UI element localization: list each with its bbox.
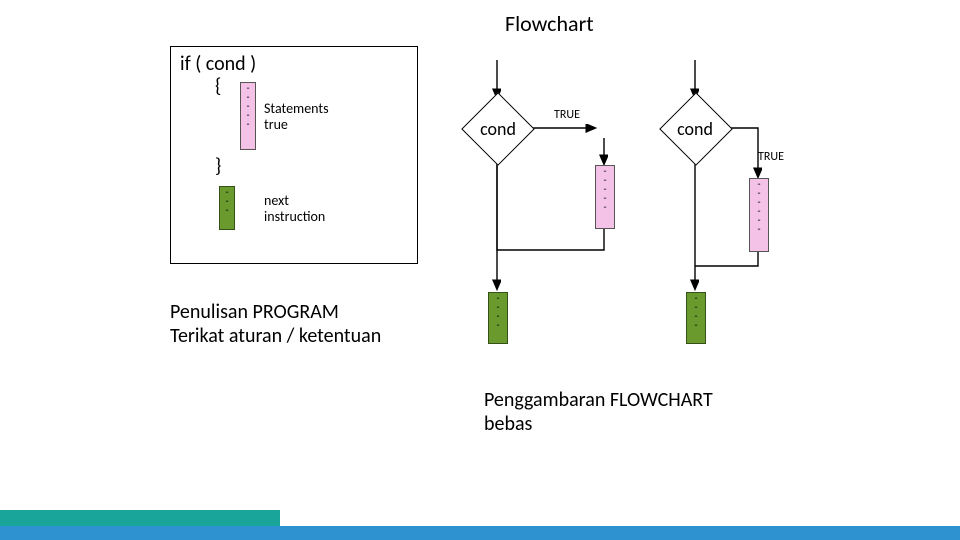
diamond-2-label: cond <box>674 118 716 140</box>
left-caption-1: Penulisan PROGRAM <box>170 300 339 324</box>
code-next-label1: next <box>264 192 289 209</box>
code-green-dashes: --- <box>219 186 235 230</box>
flow1-pink: ----- <box>595 165 615 229</box>
code-pink-dashes: ----- <box>240 82 256 150</box>
right-caption-2: bebas <box>484 412 532 436</box>
arrows-svg <box>0 0 960 540</box>
flow2-green: ---- <box>686 292 706 344</box>
code-close-brace: } <box>215 154 221 178</box>
code-if-line: if ( cond ) <box>180 52 256 76</box>
code-statements-label1: Statements <box>264 100 329 117</box>
flow2-pink: ------ <box>749 178 769 252</box>
code-open-brace: { <box>215 74 221 98</box>
page-title: Flowchart <box>505 10 594 37</box>
true-label-2: TRUE <box>758 150 784 164</box>
code-statements-label2: true <box>264 116 288 133</box>
true-label-1: TRUE <box>554 108 580 122</box>
right-caption-1: Penggambaran FLOWCHART <box>484 388 713 412</box>
footer-teal-bar <box>0 510 280 526</box>
diamond-1-label: cond <box>477 118 519 140</box>
code-next-label2: instruction <box>264 208 325 225</box>
code-box <box>170 46 418 264</box>
left-caption-2: Terikat aturan / ketentuan <box>170 324 381 348</box>
footer-blue-bar <box>0 526 960 540</box>
flow1-green: ---- <box>488 292 508 344</box>
